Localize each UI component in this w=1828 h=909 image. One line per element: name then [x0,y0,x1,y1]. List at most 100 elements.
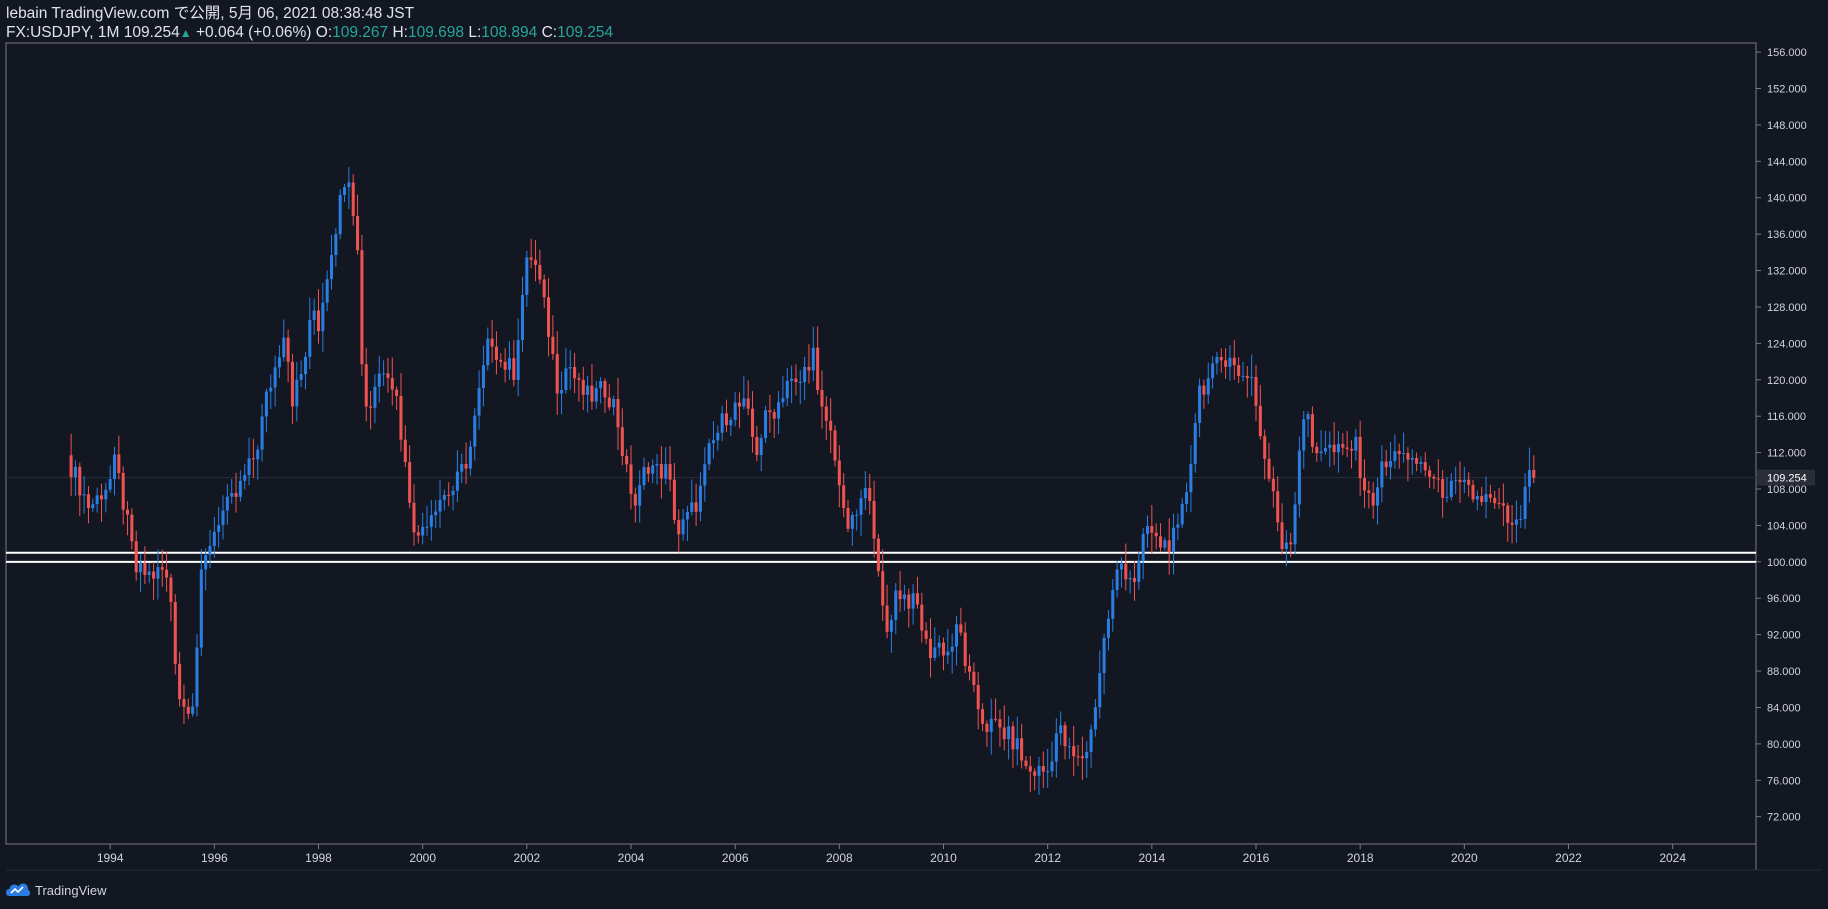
candle-body [672,479,676,520]
x-tick-label: 1998 [305,851,332,865]
candle-body [1172,527,1176,553]
candle-body [1002,727,1006,740]
candle-body [1258,405,1262,437]
candle-body [599,381,603,389]
candle-body [325,279,329,303]
candle-body [1241,375,1245,377]
candle-body [1410,458,1414,460]
candle-body [1215,356,1219,364]
candle-body [1349,448,1354,451]
candle-body [1198,385,1202,423]
candle-body [850,515,854,529]
candle-body [264,391,268,417]
candle-body [126,509,130,515]
candle-body [1362,478,1367,491]
y-tick-label: 108.000 [1767,484,1807,496]
candle-body [390,377,394,390]
candle-body [1072,746,1076,757]
candle-body [334,234,338,256]
candle-body [659,463,663,479]
candle-body [321,302,325,332]
candle-body [204,554,208,570]
candle-body [911,593,915,609]
candle-body [902,594,906,600]
x-tick-label: 2012 [1034,851,1061,865]
candle-body [533,259,538,265]
candle-body [872,500,876,539]
x-tick-label: 2004 [618,851,645,865]
candle-body [703,464,707,486]
y-tick-label: 104.000 [1767,520,1807,532]
y-tick-label: 136.000 [1767,229,1807,241]
candle-body [525,257,529,295]
candle-body [507,358,511,370]
close-label: C: [541,24,558,41]
candle-body [889,619,893,632]
candle-body [1176,524,1180,528]
candle-body [520,294,525,341]
candle-body [1271,478,1275,492]
y-tick-label: 72.000 [1767,812,1801,824]
candle-body [915,593,919,605]
time-axis[interactable]: 1994 1996 1998 2000 2002 2004 2006 2008 2010 2012… [97,844,1687,865]
candle-body [1358,436,1362,479]
candle-body [1328,444,1332,448]
candle-body [560,390,564,394]
y-tick-label: 116.000 [1767,411,1806,423]
candle-body [538,264,542,280]
candle-body [1336,443,1340,453]
candle-body [855,514,859,516]
candle-body [1297,450,1301,505]
candle-body [460,463,464,472]
candle-body [1211,363,1215,379]
candle-body [751,408,755,437]
candle-body [989,718,993,732]
candle-body [230,492,234,497]
x-tick-label: 1996 [201,851,228,865]
x-tick-label: 2014 [1138,851,1165,865]
candle-body [968,665,972,672]
candle-body [1506,505,1510,523]
candle-body [347,182,351,188]
candle-body [1415,458,1419,464]
candles[interactable] [69,167,1536,795]
change-value: +0.064 (+0.06%) [195,24,312,41]
candle-body [308,320,312,357]
candle-body [963,632,967,666]
candle-body [733,402,737,421]
candle-body [455,471,459,491]
candle-body [182,699,186,707]
candle-body [1089,729,1093,752]
candle-body [290,361,294,407]
candle-body [590,385,594,402]
candle-body [1189,463,1193,493]
candle-body [742,398,746,407]
tradingview-logo[interactable]: TradingView [6,880,107,900]
candle-body [625,455,629,465]
price-chart[interactable]: 156.000 152.000 148.000 144.000 140.000 136.0… [0,0,1828,909]
candle-body [412,502,416,533]
candle-body [95,495,99,505]
candle-body [1085,751,1089,759]
candle-body [1462,479,1466,483]
candle-body [364,364,368,407]
x-tick-label: 2000 [409,851,436,865]
candle-body [737,402,742,407]
candle-body [173,602,177,664]
candle-body [169,577,173,603]
price-axis[interactable]: 156.000 152.000 148.000 144.000 140.000 136.0… [1756,47,1807,824]
candle-body [798,381,802,383]
candle-body [481,365,485,389]
up-arrow-icon: ▲ [179,26,192,40]
candle-body [434,511,438,516]
candle-body [555,353,559,394]
x-tick-label: 2022 [1555,851,1582,865]
support-band [6,551,1756,563]
candle-body [724,413,729,426]
candle-body [664,464,668,479]
candle-body [794,378,798,382]
candle-body [1428,470,1432,477]
candle-body [698,485,702,512]
candle-body [1480,496,1484,502]
y-tick-label: 128.000 [1767,302,1807,314]
